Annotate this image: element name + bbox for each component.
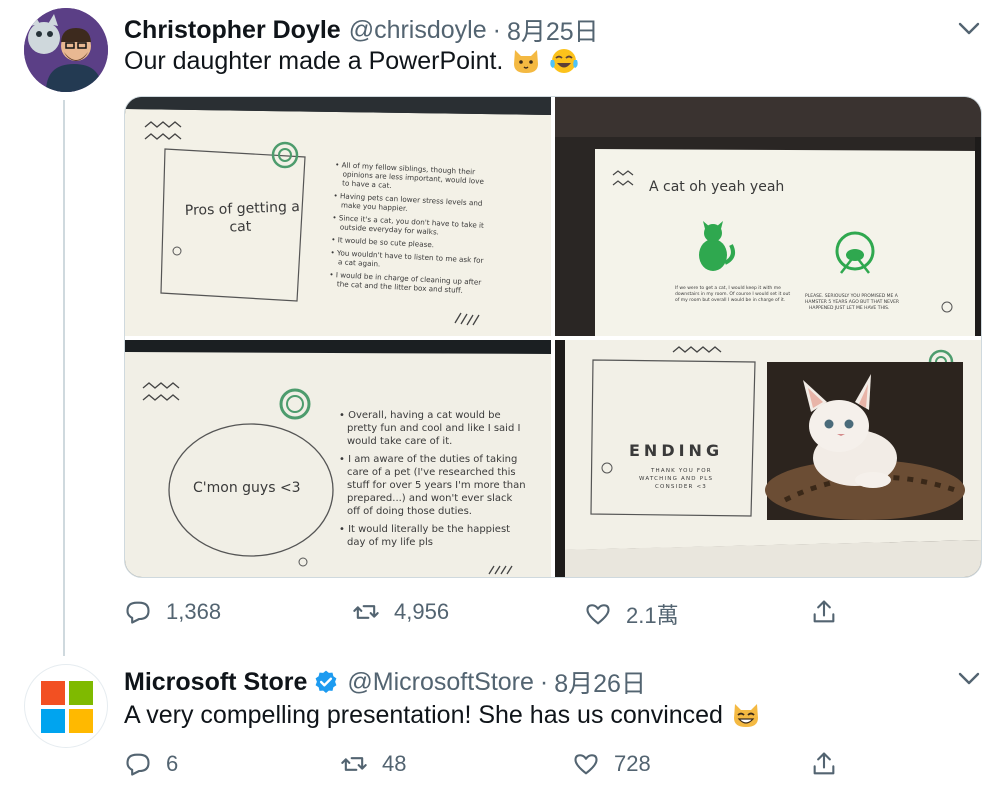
- slide4-title: ENDING: [629, 441, 723, 460]
- svg-text:downstairs in my room. Of cour: downstairs in my room. Of course I would…: [675, 291, 790, 297]
- retweet-button[interactable]: 4,956: [352, 598, 449, 626]
- separator-dot: ·: [492, 15, 501, 44]
- chevron-down-icon[interactable]: [958, 22, 980, 36]
- retweet-count: 48: [382, 751, 407, 776]
- reply-button[interactable]: 6: [124, 750, 178, 778]
- svg-text:• Overall, having a cat would: • Overall, having a cat would be: [339, 410, 501, 421]
- author-handle[interactable]: @chrisdoyle: [349, 16, 487, 45]
- heart-icon: [586, 604, 610, 625]
- like-button[interactable]: 2.1萬: [584, 598, 679, 630]
- slide3-circle-title: C'mon guys <3: [193, 480, 301, 496]
- share-button[interactable]: [810, 598, 838, 626]
- svg-text:HAPPENED JUST LET ME HAVE THIS: HAPPENED JUST LET ME HAVE THIS.: [809, 305, 889, 311]
- like-button[interactable]: 728: [572, 750, 651, 778]
- retweet-count: 4,956: [394, 599, 450, 624]
- like-count: 2.1萬: [626, 603, 679, 628]
- tweet-date[interactable]: 8月26日: [554, 664, 646, 700]
- tweet-text: Our daughter made a PowerPoint.: [124, 46, 504, 75]
- grinning-cat-emoji-icon: [733, 704, 758, 727]
- author-name[interactable]: Christopher Doyle: [124, 16, 341, 45]
- svg-text:stuff for over 5 years I'm mor: stuff for over 5 years I'm more than: [347, 480, 526, 491]
- author-handle[interactable]: @MicrosoftStore: [347, 668, 534, 697]
- tweet1-text-row: Our daughter made a PowerPoint.: [124, 46, 579, 76]
- tweet1-header: Christopher Doyle @chrisdoyle · 8月25日: [124, 12, 599, 48]
- svg-text:care of a pet (I've researched: care of a pet (I've researched this: [347, 467, 516, 478]
- retweet-icon: [353, 605, 379, 619]
- media-photo-slide-pros[interactable]: Pros of getting acat • All of my fellow …: [125, 97, 551, 336]
- heart-icon: [574, 754, 598, 775]
- author-name[interactable]: Microsoft Store: [124, 668, 307, 697]
- reply-count: 1,368: [166, 599, 222, 624]
- thread-connector-line: [63, 100, 65, 656]
- kitten-photo: [765, 362, 965, 520]
- svg-text:• It would literally be the h: • It would literally be the happiest: [339, 524, 510, 535]
- chevron-down-icon[interactable]: [958, 672, 980, 686]
- retweet-icon: [341, 757, 367, 771]
- svg-text:If we were to get a cat, I wou: If we were to get a cat, I would keep it…: [675, 285, 781, 291]
- svg-text:CONSIDER <3: CONSIDER <3: [655, 484, 707, 490]
- svg-text:• I am aware of the duties of: • I am aware of the duties of taking: [339, 454, 517, 465]
- separator-dot: ·: [539, 667, 549, 696]
- reply-icon: [126, 753, 150, 776]
- svg-text:WATCHING AND PLS: WATCHING AND PLS: [639, 476, 713, 482]
- svg-text:THANK YOU FOR: THANK YOU FOR: [650, 468, 712, 474]
- svg-text:off of doing those duties.: off of doing those duties.: [347, 506, 472, 517]
- reply-icon: [126, 601, 150, 624]
- svg-text:day of my life pls: day of my life pls: [347, 537, 433, 548]
- share-icon: [813, 752, 835, 775]
- like-count: 728: [614, 751, 651, 776]
- share-icon: [813, 600, 835, 623]
- christopher-doyle-avatar[interactable]: [24, 8, 108, 92]
- verified-badge-icon: [315, 670, 337, 693]
- microsoft-store-avatar[interactable]: [24, 664, 108, 748]
- tweet-date[interactable]: 8月25日: [507, 12, 599, 48]
- svg-text:HAMSTER 5 YEARS AGO BUT THAT N: HAMSTER 5 YEARS AGO BUT THAT NEVER: [805, 299, 899, 305]
- reply-count: 6: [166, 751, 179, 776]
- svg-text:of my room but overall I would: of my room but overall I would be in cha…: [675, 297, 785, 303]
- tweet-media-grid[interactable]: Pros of getting acat • All of my fellow …: [124, 96, 982, 578]
- tweet2-text-row: A very compelling presentation! She has …: [124, 700, 761, 730]
- slide2-title: A cat oh yeah yeah: [649, 179, 784, 195]
- reply-button[interactable]: 1,368: [124, 598, 221, 626]
- retweet-button[interactable]: 48: [340, 750, 406, 778]
- svg-text:PLEASE. SERIOUSLY YOU PROMISED: PLEASE. SERIOUSLY YOU PROMISED ME A: [805, 293, 899, 299]
- tweet-text: A very compelling presentation! She has …: [124, 700, 723, 729]
- svg-text:pretty fun and cool and like I: pretty fun and cool and like I said I: [347, 423, 520, 434]
- cat-face-emoji-icon: [514, 50, 539, 73]
- media-photo-slide-cmon-guys[interactable]: C'mon guys <3 • Overall, having a cat wo…: [125, 340, 551, 577]
- tweet2-header: Microsoft Store @MicrosoftStore · 8月26日: [124, 664, 646, 700]
- tears-of-joy-emoji-icon: [550, 49, 579, 73]
- share-button[interactable]: [810, 750, 838, 778]
- media-photo-slide-cat-oh-yeah[interactable]: A cat oh yeah yeah If we were to get a c…: [555, 97, 981, 336]
- svg-text:prepared...) and won't ever sl: prepared...) and won't ever slack: [347, 493, 512, 504]
- svg-text:would take care of it.: would take care of it.: [347, 436, 452, 447]
- media-photo-slide-ending[interactable]: ENDING THANK YOU FOR WATCHING AND PLS CO…: [555, 340, 981, 577]
